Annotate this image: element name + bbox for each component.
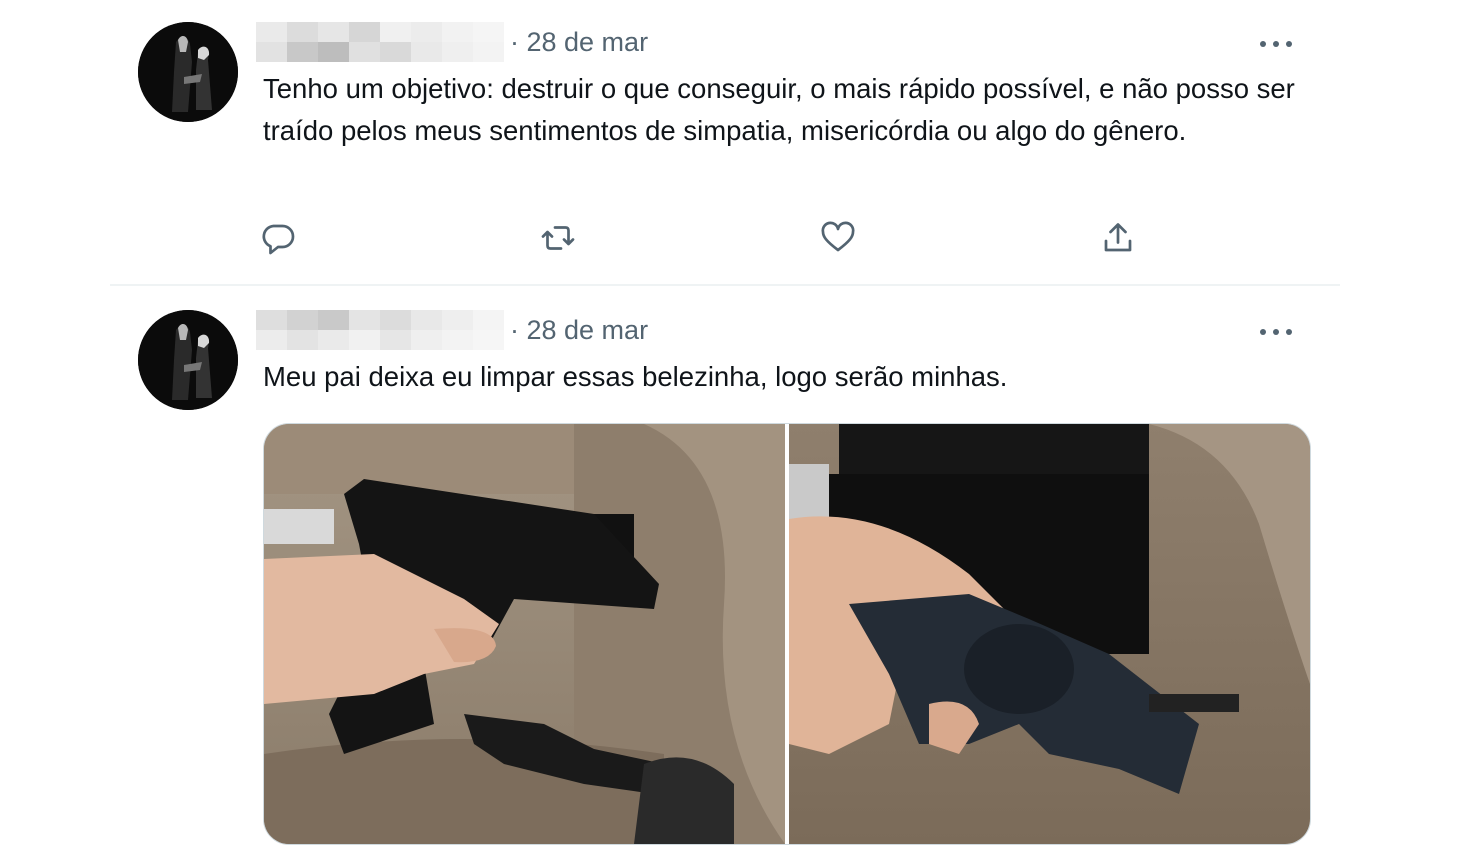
blurred-username [256,22,504,62]
photo-pistol[interactable] [264,424,785,844]
tweet-actions [260,220,1160,260]
tweet-media [263,423,1311,845]
tweet-date[interactable]: · 28 de mar [510,27,648,58]
avatar[interactable] [138,22,238,122]
reply-icon[interactable] [260,220,300,260]
photo-revolver[interactable] [789,424,1310,844]
like-icon[interactable] [820,220,860,260]
tweet[interactable]: · 28 de mar Meu pai deixa eu limpar essa… [110,286,1340,845]
share-icon[interactable] [1100,220,1140,260]
tweet-text: Tenho um objetivo: destruir o que conseg… [263,73,1295,146]
more-options-icon[interactable] [1258,32,1294,56]
more-options-icon[interactable] [1258,320,1294,344]
avatar[interactable] [138,310,238,410]
tweet-header: · 28 de mar [256,22,648,62]
tweet-text: Meu pai deixa eu limpar essas belezinha,… [263,361,1008,392]
retweet-icon[interactable] [540,220,580,260]
tweet[interactable]: · 28 de mar Tenho um objetivo: destruir … [110,0,1340,286]
tweet-date[interactable]: · 28 de mar [510,315,648,346]
blurred-username [256,310,504,350]
tweet-header: · 28 de mar [256,310,648,350]
